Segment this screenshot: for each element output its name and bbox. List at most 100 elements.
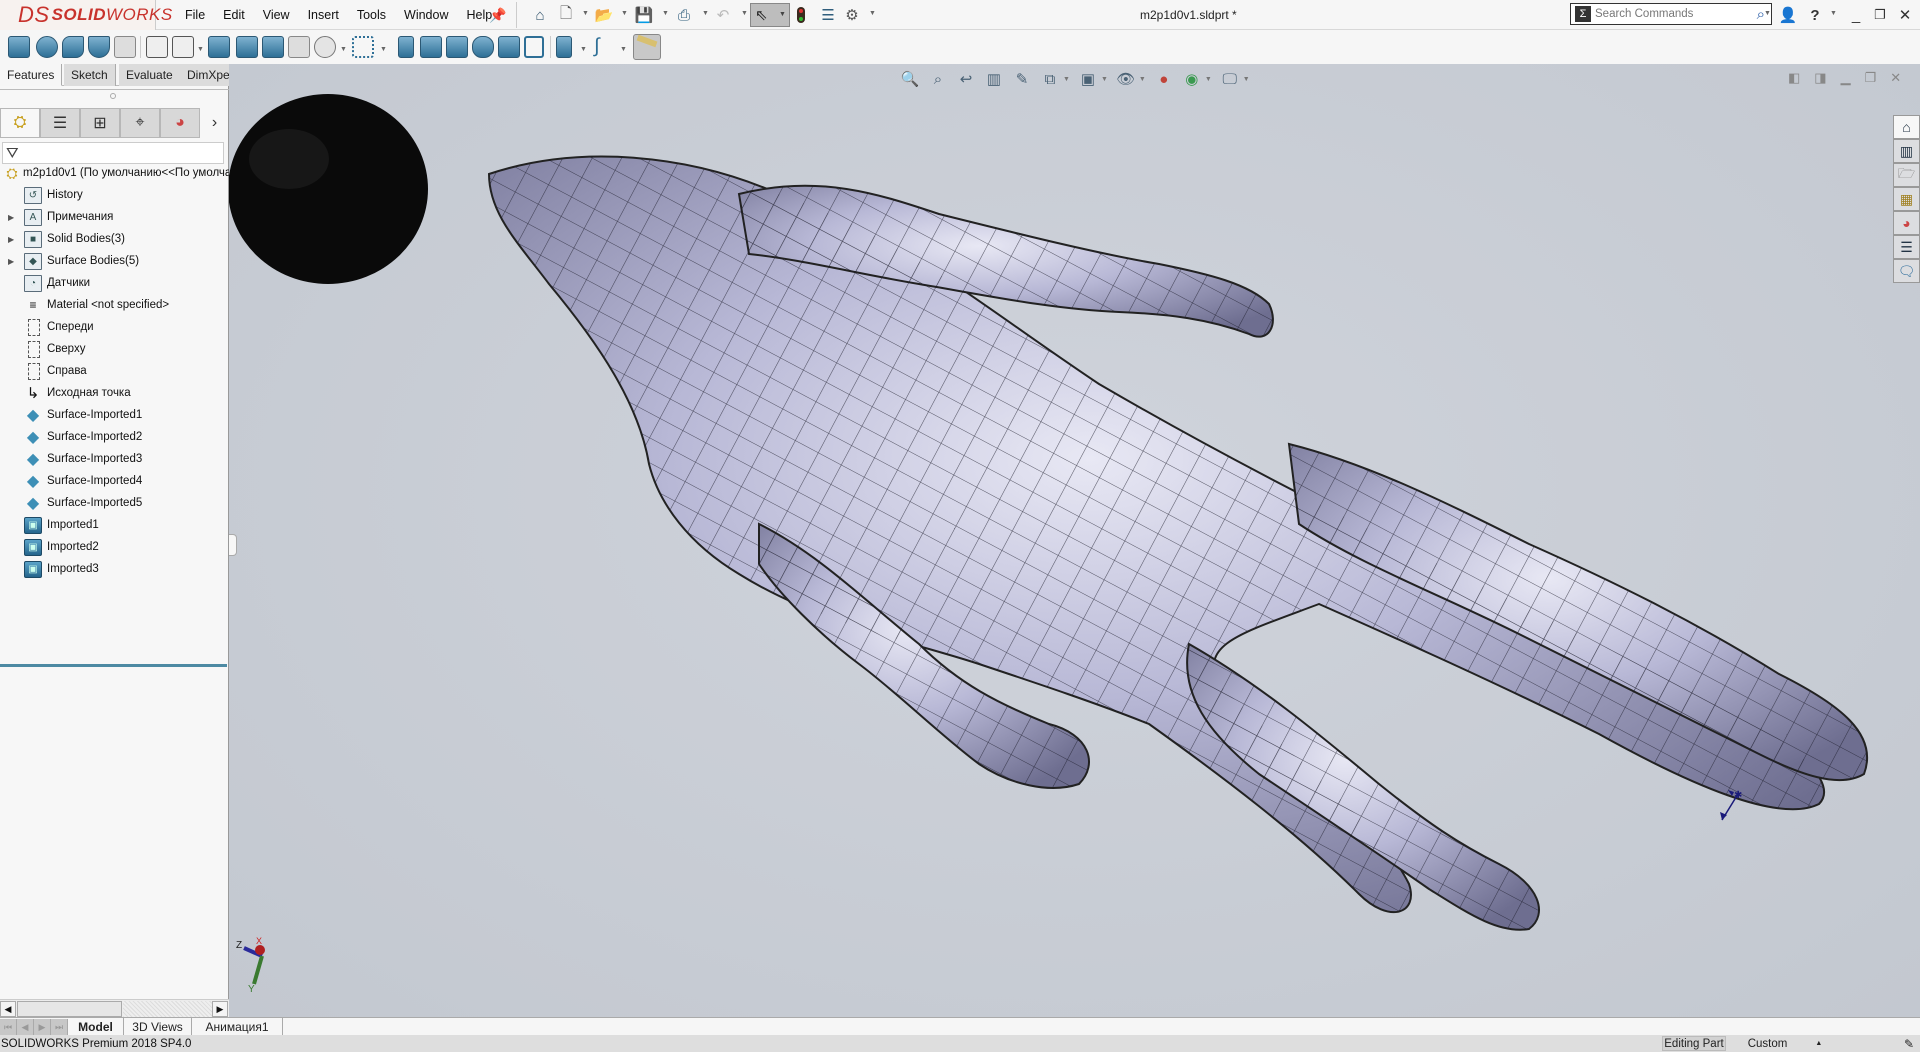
fillet-icon[interactable] xyxy=(314,36,336,58)
options-gear-icon[interactable]: ⚙ xyxy=(842,5,862,25)
display-style-dropdown-icon[interactable]: ▼ xyxy=(1101,76,1108,83)
solidworks-resources-icon[interactable]: ⌂ xyxy=(1893,115,1920,139)
menu-tools[interactable]: Tools xyxy=(348,8,395,22)
lofted-boss-icon[interactable] xyxy=(88,36,110,58)
hole-dropdown-icon[interactable]: ▼ xyxy=(197,46,204,53)
view-palette-icon[interactable]: ▦ xyxy=(1893,187,1920,211)
scroll-right-icon[interactable]: ▶ xyxy=(212,1001,228,1017)
zoom-to-area-icon[interactable]: ⌕ xyxy=(928,69,948,89)
minimize-icon[interactable]: _ xyxy=(1846,5,1866,25)
file-explorer-icon[interactable]: 🗁 xyxy=(1893,163,1920,187)
displaymanager-tab-icon[interactable]: ◕ xyxy=(160,108,200,138)
tree-item[interactable]: ↺ History xyxy=(0,184,229,206)
reference-dropdown-icon[interactable]: ▼ xyxy=(580,46,587,53)
tree-filter-input[interactable]: ⛛ xyxy=(2,142,224,164)
view-orientation-icon[interactable]: ⧉ xyxy=(1040,69,1060,89)
menu-edit[interactable]: Edit xyxy=(214,8,254,22)
menu-insert[interactable]: Insert xyxy=(299,8,348,22)
pattern-dropdown-icon[interactable]: ▼ xyxy=(380,46,387,53)
section-view-icon[interactable]: ▥ xyxy=(984,69,1004,89)
prev-tab-icon[interactable]: ◀ xyxy=(17,1019,34,1035)
viewport-minimize-icon[interactable]: ▁ xyxy=(1841,70,1851,86)
file-properties-icon[interactable]: ☰ xyxy=(818,5,838,25)
tree-item[interactable]: ≡ Material <not specified> xyxy=(0,294,229,316)
previous-view-icon[interactable]: ↩ xyxy=(956,69,976,89)
rib-icon[interactable] xyxy=(398,36,414,58)
undo-icon[interactable]: ↶ xyxy=(713,5,733,25)
zoom-to-fit-icon[interactable]: 🔍 xyxy=(900,69,920,89)
tab-sketch[interactable]: Sketch xyxy=(64,64,116,86)
hide-show-dropdown-icon[interactable]: ▼ xyxy=(1139,76,1146,83)
tree-item[interactable]: ▣ Imported1 xyxy=(0,514,229,536)
curves-icon[interactable]: ∫ xyxy=(594,36,616,58)
select-button[interactable]: ⇖ ▼ xyxy=(750,3,790,27)
help-icon[interactable]: ? xyxy=(1805,5,1825,25)
extruded-boss-icon[interactable] xyxy=(8,36,30,58)
dimxpertmanager-tab-icon[interactable]: ⌖ xyxy=(120,108,160,138)
forum-icon[interactable]: 🗨 xyxy=(1893,259,1920,283)
previous-pane-icon[interactable]: ◧ xyxy=(1788,70,1800,86)
quick-tips-icon[interactable]: ✎ xyxy=(1900,1036,1918,1051)
rebuild-icon[interactable] xyxy=(797,7,805,23)
tree-item[interactable]: ▣ Imported2 xyxy=(0,536,229,558)
search-scope-icon[interactable]: Σ xyxy=(1575,6,1591,22)
tree-item[interactable]: ◔ Датчики xyxy=(0,272,229,294)
print-icon[interactable]: ⎙ xyxy=(674,5,694,25)
menu-file[interactable]: File xyxy=(176,8,214,22)
tree-horizontal-scrollbar[interactable]: ◀ ▶ xyxy=(0,999,229,1017)
rollback-bar[interactable] xyxy=(0,664,227,667)
swept-cut-icon[interactable] xyxy=(236,36,258,58)
next-tab-icon[interactable]: ▶ xyxy=(34,1019,51,1035)
save-dropdown-icon[interactable]: ▼ xyxy=(662,10,669,17)
expand-arrow-icon[interactable]: ▶ xyxy=(8,257,14,266)
select-dropdown-icon[interactable]: ▼ xyxy=(779,11,786,18)
next-pane-icon[interactable]: ◨ xyxy=(1814,70,1826,86)
mirror-icon[interactable] xyxy=(524,36,544,58)
tree-item[interactable]: ▣ Imported3 xyxy=(0,558,229,580)
tree-item[interactable]: ◆ Surface-Imported1 xyxy=(0,404,229,426)
tab-evaluate[interactable]: Evaluate xyxy=(119,64,181,86)
propertymanager-tab-icon[interactable]: ☰ xyxy=(40,108,80,138)
apply-scene-icon[interactable]: ◉ xyxy=(1182,69,1202,89)
scroll-thumb[interactable] xyxy=(17,1001,122,1017)
linear-pattern-icon[interactable] xyxy=(352,36,374,58)
wrap-icon[interactable] xyxy=(472,36,494,58)
open-icon[interactable]: 📂 xyxy=(594,5,614,25)
reference-geometry-icon[interactable] xyxy=(556,36,572,58)
shell-icon[interactable] xyxy=(446,36,468,58)
tree-item[interactable]: ◆ Surface-Imported2 xyxy=(0,426,229,448)
tree-item[interactable]: ◆ Surface-Imported5 xyxy=(0,492,229,514)
design-library-icon[interactable]: ▥ xyxy=(1893,139,1920,163)
viewport-close-icon[interactable]: ✕ xyxy=(1890,70,1901,86)
pane-splitter-handle[interactable] xyxy=(110,93,116,99)
lofted-cut-icon[interactable] xyxy=(262,36,284,58)
tree-item[interactable]: ◆ Surface-Imported4 xyxy=(0,470,229,492)
options-dropdown-icon[interactable]: ▼ xyxy=(869,10,876,17)
boundary-boss-icon[interactable] xyxy=(114,36,136,58)
tree-item[interactable]: ▶ ◆ Surface Bodies(5) xyxy=(0,250,229,272)
view-settings-dropdown-icon[interactable]: ▼ xyxy=(1243,76,1250,83)
revolved-boss-icon[interactable] xyxy=(36,36,58,58)
print-dropdown-icon[interactable]: ▼ xyxy=(702,10,709,17)
tab-model[interactable]: Model xyxy=(68,1018,124,1036)
tab-features[interactable]: Features xyxy=(0,64,63,86)
menu-view[interactable]: View xyxy=(254,8,299,22)
first-tab-icon[interactable]: ⏮ xyxy=(0,1019,17,1035)
tree-item[interactable]: ◆ Surface-Imported3 xyxy=(0,448,229,470)
tree-item[interactable]: Сверху xyxy=(0,338,229,360)
display-style-icon[interactable]: ▣ xyxy=(1078,69,1098,89)
tab-3d-views[interactable]: 3D Views xyxy=(124,1018,192,1036)
swept-boss-icon[interactable] xyxy=(62,36,84,58)
viewport-restore-icon[interactable]: ❐ xyxy=(1865,70,1877,86)
scroll-track[interactable] xyxy=(123,1001,212,1017)
extruded-cut-icon[interactable] xyxy=(146,36,168,58)
home-icon[interactable]: ⌂ xyxy=(530,5,550,25)
featuremanager-tab-icon[interactable]: ⛭ xyxy=(0,108,40,138)
units-dropdown-icon[interactable]: ▲ xyxy=(1815,1040,1822,1047)
more-tabs-chevron-icon[interactable]: › xyxy=(200,108,229,138)
new-dropdown-icon[interactable]: ▼ xyxy=(582,10,589,17)
user-account-icon[interactable]: 👤 xyxy=(1778,5,1798,25)
search-commands-input[interactable]: Σ Search Commands ⌕ xyxy=(1570,3,1772,25)
view-orientation-dropdown-icon[interactable]: ▼ xyxy=(1063,76,1070,83)
scroll-left-icon[interactable]: ◀ xyxy=(0,1001,16,1017)
